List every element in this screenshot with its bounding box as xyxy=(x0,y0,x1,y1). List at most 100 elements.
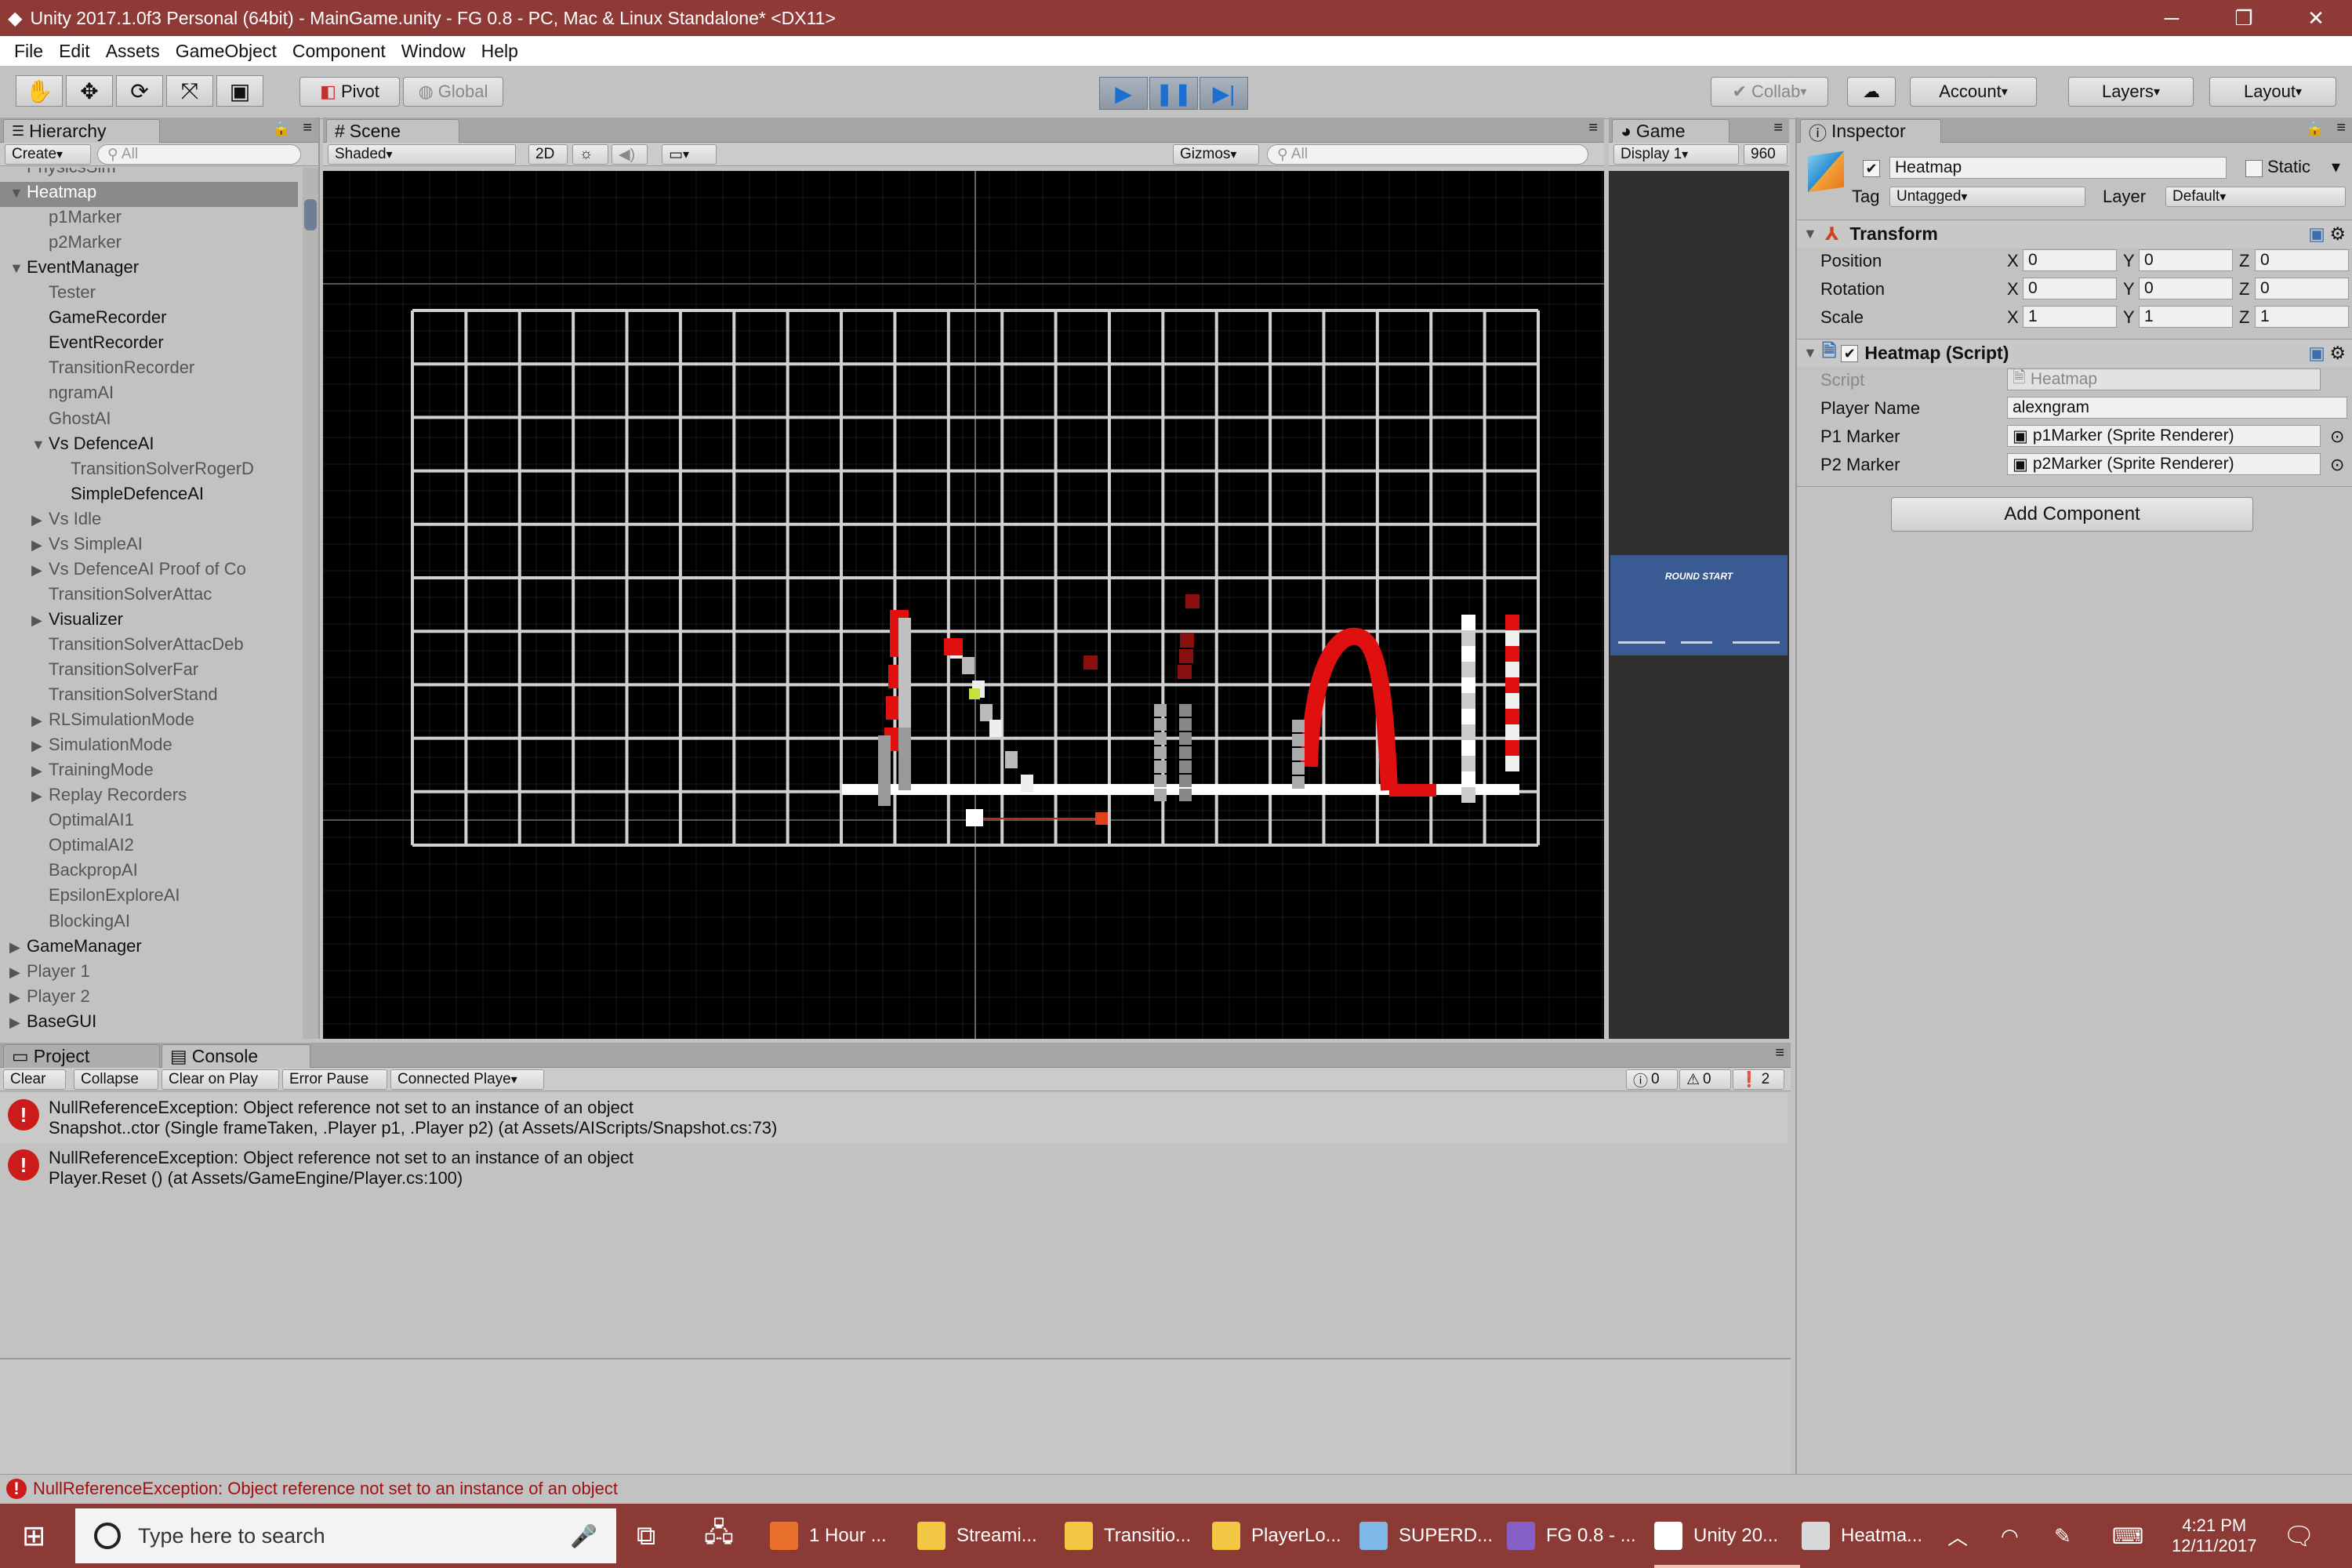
collapsed-arrow-icon[interactable]: ▶ xyxy=(9,1014,27,1031)
move-tool-icon[interactable]: ✥ xyxy=(66,75,113,107)
transform-rotation-x-field[interactable]: 0 xyxy=(2023,278,2117,299)
maximize-button[interactable]: ❐ xyxy=(2208,0,2280,36)
collab-dropdown[interactable]: ✔ Collab xyxy=(1711,77,1828,107)
transform-position-x-field[interactable]: 0 xyxy=(2023,249,2117,271)
player-name-field[interactable]: alexngram xyxy=(2007,397,2347,419)
microphone-icon[interactable]: 🎤 xyxy=(570,1523,597,1549)
help-book-icon[interactable]: ▣ xyxy=(2308,343,2325,364)
clear-button[interactable]: Clear xyxy=(3,1069,66,1090)
transform-header[interactable]: ▼ ⅄ Transform ▣ ⚙ xyxy=(1797,220,2352,248)
static-dropdown-icon[interactable]: ▾ xyxy=(2332,157,2340,177)
hierarchy-item[interactable]: BlockingAI xyxy=(0,911,298,936)
wifi-icon[interactable]: ◠ xyxy=(2001,1504,2019,1568)
error-pause-button[interactable]: Error Pause xyxy=(282,1069,387,1090)
shading-dropdown[interactable]: Shaded xyxy=(328,144,516,165)
menu-edit[interactable]: Edit xyxy=(59,41,90,62)
hierarchy-item[interactable]: ▶ SimulationMode xyxy=(0,735,298,760)
hierarchy-item[interactable]: GameRecorder xyxy=(0,307,298,332)
taskbar-search-input[interactable]: Type here to search 🎤 xyxy=(75,1508,616,1563)
transform-rotation-z-field[interactable]: 0 xyxy=(2255,278,2349,299)
taskbar-app[interactable]: PlayerLo... xyxy=(1212,1504,1358,1568)
panel-menu-icon[interactable]: ≡ xyxy=(303,119,312,137)
pen-icon[interactable]: ✎ xyxy=(2054,1504,2071,1568)
panel-menu-icon[interactable]: ≡ xyxy=(1775,1044,1784,1062)
heatmap-script-header[interactable]: ▼ 🗎 ✔ Heatmap (Script) ▣ ⚙ xyxy=(1797,339,2352,367)
gear-icon[interactable]: ⚙ xyxy=(2329,343,2346,364)
network-app-icon[interactable]: 🖧 xyxy=(704,1504,734,1568)
static-checkbox[interactable] xyxy=(2245,160,2263,177)
hierarchy-item[interactable]: ▶ Vs DefenceAI Proof of Co xyxy=(0,559,298,584)
hierarchy-item[interactable]: ▶ Vs Idle xyxy=(0,509,298,534)
display-dropdown[interactable]: Display 1 xyxy=(1613,144,1739,165)
scale-tool-icon[interactable]: ⤧ xyxy=(166,75,213,107)
panel-menu-icon[interactable]: ≡ xyxy=(2336,119,2346,137)
hierarchy-scrollbar[interactable] xyxy=(303,168,318,1039)
minimize-button[interactable]: ─ xyxy=(2136,0,2208,36)
hierarchy-item[interactable]: PhysicsSim xyxy=(0,168,298,182)
menu-gameobject[interactable]: GameObject xyxy=(176,41,277,62)
tab-scene[interactable]: # Scene xyxy=(326,119,459,143)
taskbar-app[interactable]: FG 0.8 - ... xyxy=(1507,1504,1653,1568)
hierarchy-item[interactable]: SimpleDefenceAI xyxy=(0,484,298,509)
transform-scale-y-field[interactable]: 1 xyxy=(2139,306,2233,328)
hierarchy-scroll-thumb[interactable] xyxy=(304,199,317,230)
tab-console[interactable]: ▤ Console xyxy=(162,1044,310,1068)
transform-scale-z-field[interactable]: 1 xyxy=(2255,306,2349,328)
audio-toggle[interactable]: ◀) xyxy=(612,144,648,165)
hierarchy-item[interactable]: GhostAI xyxy=(0,408,298,434)
hand-tool-icon[interactable]: ✋ xyxy=(16,75,63,107)
hierarchy-item[interactable]: OptimalAI1 xyxy=(0,810,298,835)
error-filter-toggle[interactable]: ❗ 2 xyxy=(1733,1069,1784,1090)
collapsed-arrow-icon[interactable]: ▶ xyxy=(31,562,49,579)
game-viewport[interactable]: ROUND START xyxy=(1609,171,1789,1039)
gear-icon[interactable]: ⚙ xyxy=(2329,223,2346,245)
hierarchy-item[interactable]: ▶ Vs SimpleAI xyxy=(0,534,298,559)
hierarchy-item[interactable]: ▶ Player 2 xyxy=(0,986,298,1011)
taskbar-app[interactable]: Unity 20... xyxy=(1654,1504,1800,1568)
hierarchy-item[interactable]: TransitionSolverFar xyxy=(0,659,298,684)
hierarchy-item[interactable]: TransitionRecorder xyxy=(0,358,298,383)
hierarchy-item[interactable]: ▼ EventManager xyxy=(0,257,298,282)
expanded-arrow-icon[interactable]: ▼ xyxy=(31,437,49,453)
hierarchy-item[interactable]: TransitionSolverAttac xyxy=(0,584,298,609)
notification-center-icon[interactable]: 🗨 xyxy=(2283,1504,2315,1568)
collapsed-arrow-icon[interactable]: ▶ xyxy=(31,738,49,754)
windows-start-icon[interactable]: ⊞ xyxy=(22,1504,45,1568)
tab-inspector[interactable]: ⓘ Inspector xyxy=(1800,119,1941,143)
menu-assets[interactable]: Assets xyxy=(106,41,160,62)
component-enabled-checkbox[interactable]: ✔ xyxy=(1841,344,1859,362)
hierarchy-item[interactable]: p1Marker xyxy=(0,207,298,232)
tag-dropdown[interactable]: Untagged xyxy=(1889,187,2085,207)
warning-filter-toggle[interactable]: ⚠ 0 xyxy=(1679,1069,1731,1090)
hierarchy-item[interactable]: BackpropAI xyxy=(0,860,298,885)
pivot-toggle[interactable]: ◧ Pivot xyxy=(299,77,400,107)
layout-dropdown[interactable]: Layout xyxy=(2209,77,2336,107)
transform-position-z-field[interactable]: 0 xyxy=(2255,249,2349,271)
panel-menu-icon[interactable]: ≡ xyxy=(1773,119,1783,137)
object-picker-icon[interactable]: ⊙ xyxy=(2330,426,2344,447)
cloud-button[interactable]: ☁ xyxy=(1847,77,1896,107)
step-button[interactable]: ▶| xyxy=(1200,77,1248,110)
hierarchy-item[interactable]: OptimalAI2 xyxy=(0,835,298,860)
hierarchy-item[interactable]: ▶ TrainingMode xyxy=(0,760,298,785)
collapsed-arrow-icon[interactable]: ▶ xyxy=(31,763,49,779)
hierarchy-item[interactable]: TransitionSolverAttacDeb xyxy=(0,634,298,659)
hierarchy-item[interactable]: TransitionSolverStand xyxy=(0,684,298,710)
account-dropdown[interactable]: Account xyxy=(1910,77,2037,107)
layer-dropdown[interactable]: Default xyxy=(2165,187,2346,207)
console-entry[interactable]: ! NullReferenceException: Object referen… xyxy=(0,1093,1788,1143)
taskbar-app[interactable]: Heatma... xyxy=(1802,1504,1947,1568)
hierarchy-item[interactable]: ▼ Heatmap xyxy=(0,182,298,208)
lock-icon[interactable]: 🔒 xyxy=(273,121,290,137)
hierarchy-item[interactable]: p2Marker xyxy=(0,232,298,257)
show-hidden-icons-chevron-icon[interactable]: ︿ xyxy=(1947,1504,1968,1568)
hierarchy-item[interactable]: ▶ Visualizer xyxy=(0,609,298,634)
rect-tool-icon[interactable]: ▣ xyxy=(216,75,263,107)
transform-position-y-field[interactable]: 0 xyxy=(2139,249,2233,271)
hierarchy-item[interactable]: Tester xyxy=(0,282,298,307)
menu-window[interactable]: Window xyxy=(401,41,466,62)
taskbar-app[interactable]: SUPERD... xyxy=(1359,1504,1505,1568)
object-name-field[interactable]: Heatmap xyxy=(1889,157,2227,179)
p2-marker-field[interactable]: ▣ p2Marker (Sprite Renderer) xyxy=(2007,453,2321,475)
active-checkbox[interactable]: ✔ xyxy=(1863,160,1880,177)
